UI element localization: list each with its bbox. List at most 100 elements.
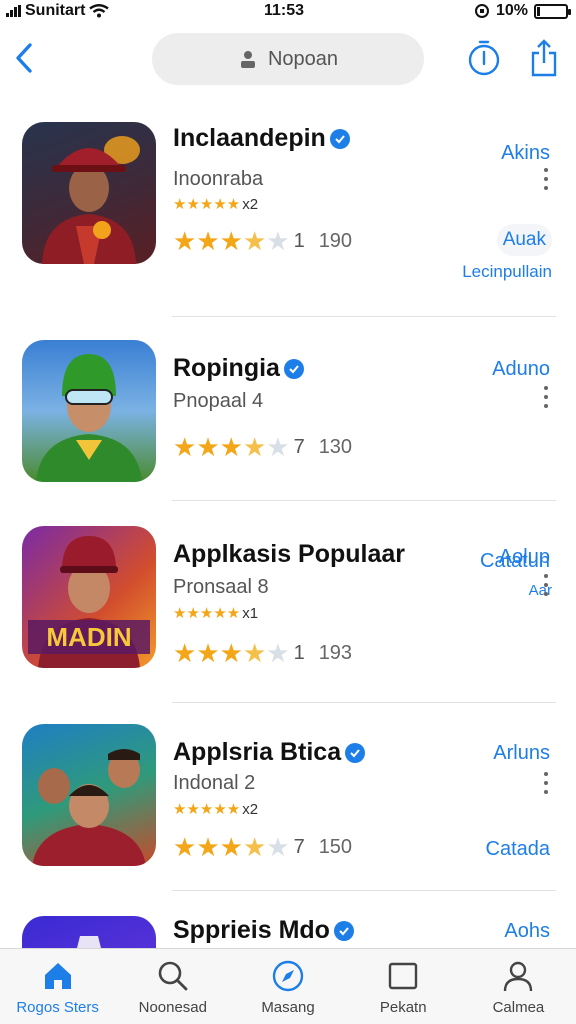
small-stars: ★★★★★ — [173, 605, 241, 622]
more-menu-icon[interactable] — [542, 386, 550, 408]
star-empty-icon: ★ — [266, 226, 290, 256]
timer-button[interactable] — [464, 38, 504, 78]
small-rating-count: x2 — [242, 195, 259, 213]
app-title[interactable]: Applkasis Populaar — [173, 540, 405, 569]
star-icon: ★ — [219, 638, 243, 668]
search-field[interactable]: Nopoan — [152, 33, 424, 85]
star-icon: ★ — [219, 432, 243, 462]
star-empty-icon: ★ — [266, 638, 290, 668]
star-half-icon: ★ — [242, 432, 267, 462]
app-title-text: Inclaandepin — [173, 124, 326, 152]
app-pill-button[interactable]: Auak — [496, 224, 552, 256]
app-action-link[interactable]: Aohs — [504, 920, 550, 943]
app-subtitle: Indonal 2 — [173, 772, 256, 794]
back-button[interactable] — [8, 38, 40, 78]
app-icon[interactable] — [22, 340, 156, 482]
timer-icon — [468, 40, 500, 76]
tab-search[interactable]: Noonesad — [115, 949, 230, 1024]
star-half-icon: ★ — [242, 638, 267, 668]
app-title-text: Spprieis Mdo — [173, 916, 330, 944]
more-menu-icon[interactable] — [542, 772, 550, 794]
carrier-name: Sunitart — [25, 2, 86, 19]
person-icon — [240, 51, 255, 68]
app-icon[interactable] — [22, 916, 156, 948]
row-divider — [172, 500, 556, 501]
share-icon — [531, 39, 557, 77]
app-title[interactable]: Inclaandepin — [173, 124, 350, 153]
app-secondary-link[interactable]: Catada — [486, 838, 551, 861]
app-title[interactable]: Ropingia — [173, 354, 304, 383]
app-icon[interactable] — [22, 724, 156, 866]
wifi-icon — [89, 4, 110, 18]
small-rating: ★★★★★ x2 — [173, 800, 259, 819]
more-menu-icon[interactable] — [542, 574, 550, 596]
star-icon: ★ — [196, 226, 220, 256]
app-subtitle: Pronsaal 8 — [173, 576, 269, 598]
app-row[interactable]: MADIN Applkasis Populaar Pronsaal 8 ★★★★… — [0, 526, 576, 716]
tab-label: Pekatn — [379, 999, 427, 1016]
rating: ★ ★ ★ ★ ★ 7 150 — [173, 834, 352, 860]
verified-badge-icon — [345, 742, 366, 763]
app-action-link[interactable]: Aolup — [499, 546, 550, 569]
small-rating-count: x2 — [242, 800, 259, 818]
status-left: Sunitart — [6, 2, 110, 20]
app-action-link[interactable]: Arluns — [493, 742, 550, 765]
rating-digit: 7 — [293, 435, 305, 458]
status-bar: Sunitart 11:53 10% — [0, 0, 576, 22]
star-icon: ★ — [173, 226, 197, 256]
rating-count: 193 — [318, 641, 353, 664]
tab-label: Masang — [261, 999, 315, 1016]
tab-label: Rogos Sters — [16, 999, 99, 1016]
home-icon — [44, 963, 71, 989]
app-icon-wordmark: MADIN — [46, 622, 131, 652]
rating-digit: 7 — [293, 835, 305, 858]
app-action-link[interactable]: Akins — [501, 142, 550, 165]
app-subtitle: Pnopaal 4 — [173, 390, 264, 412]
tab-account[interactable]: Calmea — [461, 949, 576, 1024]
app-artwork — [77, 936, 101, 948]
star-icon: ★ — [196, 432, 220, 462]
tab-bar: Rogos Sters Noonesad Masang Pekatn Calme… — [0, 948, 576, 1024]
person-icon — [504, 961, 533, 992]
share-button[interactable] — [524, 38, 564, 78]
star-icon: ★ — [173, 432, 197, 462]
tab-updates[interactable]: Pekatn — [346, 949, 461, 1024]
app-extra-link[interactable]: Lecinpullain — [462, 262, 552, 282]
app-title-text: Ropingia — [173, 354, 280, 382]
rating: ★ ★ ★ ★ ★ 7 130 — [173, 434, 352, 460]
app-artwork — [36, 354, 142, 482]
app-row[interactable]: Inclaandepin Inoonraba ★★★★★ x2 ★ ★ ★ ★ … — [0, 110, 576, 317]
app-row[interactable]: Applsria Btica Indonal 2 ★★★★★ x2 ★ ★ ★ … — [0, 722, 576, 912]
app-icon[interactable]: MADIN — [22, 526, 156, 668]
star-half-icon: ★ — [242, 832, 267, 862]
star-icon: ★ — [196, 638, 220, 668]
more-menu-icon[interactable] — [542, 168, 550, 190]
search-icon — [158, 961, 188, 991]
verified-badge-icon — [329, 128, 350, 149]
verified-badge-icon — [333, 920, 354, 941]
app-title[interactable]: Spprieis Mdo — [173, 916, 354, 945]
small-rating-count: x1 — [242, 604, 259, 622]
app-subtitle: Inoonraba — [173, 168, 264, 190]
star-icon: ★ — [173, 832, 197, 862]
star-half-icon: ★ — [242, 226, 267, 256]
rating-count: 190 — [318, 229, 353, 252]
star-empty-icon: ★ — [266, 432, 290, 462]
app-icon[interactable] — [22, 122, 156, 264]
app-title-text: Applsria Btica — [173, 738, 342, 766]
search-placeholder: Nopoan — [267, 47, 339, 70]
battery-icon — [534, 3, 571, 19]
small-stars: ★★★★★ — [173, 196, 241, 213]
rating-count: 150 — [318, 835, 353, 858]
tab-home[interactable]: Rogos Sters — [0, 949, 115, 1024]
tab-explore[interactable]: Masang — [230, 949, 345, 1024]
row-divider — [172, 316, 556, 317]
app-action-link[interactable]: Aduno — [492, 358, 550, 381]
app-row[interactable]: Spprieis Mdo Aohs — [0, 910, 576, 948]
app-artwork: MADIN — [28, 536, 150, 668]
rating: ★ ★ ★ ★ ★ 1 190 — [173, 228, 352, 254]
app-title[interactable]: Applsria Btica — [173, 738, 366, 767]
app-artwork — [42, 136, 140, 264]
tab-label: Calmea — [492, 999, 545, 1016]
rating-digit: 1 — [293, 641, 305, 664]
